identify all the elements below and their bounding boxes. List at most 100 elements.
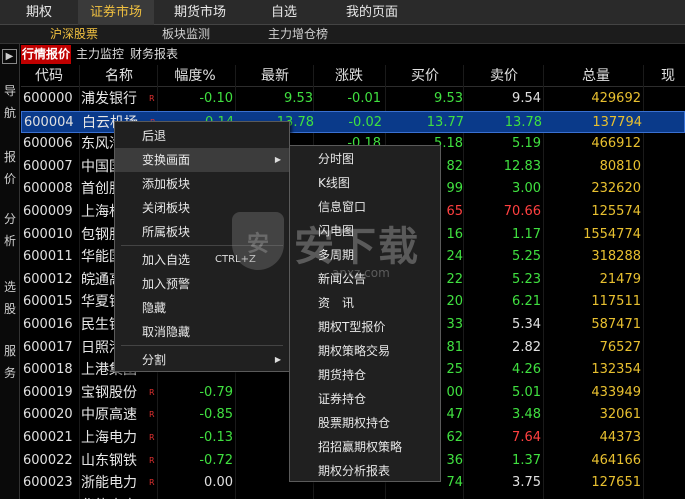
panel-tab[interactable]: 财务报表 — [129, 45, 179, 64]
stock-code: 600008 — [23, 181, 73, 197]
ask-price: 1.37 — [512, 452, 541, 468]
stock-code: 600020 — [23, 407, 73, 423]
stock-code: 600007 — [23, 158, 73, 174]
top-menu-item[interactable]: 期权 — [0, 0, 78, 25]
panel-tabs: 行情报价 主力监控 财务报表 — [21, 44, 685, 65]
stock-code: 600004 — [24, 114, 74, 130]
submenu-item[interactable]: 期权分析报表 — [290, 459, 440, 483]
submenu-item[interactable]: 期货持仓 — [290, 363, 440, 387]
context-menu: 后退 变换画面 ▶ 添加板块关闭板块 所属板块加入自选 CTRL+Z 加入预警 隐藏 取消隐藏分… — [114, 121, 290, 372]
stock-name: 华能水电 — [81, 495, 157, 499]
column-header[interactable]: 涨跌 — [315, 65, 383, 87]
left-nav-tab[interactable]: 选股 — [0, 276, 20, 320]
table-row[interactable]: 600000 浦发银行 R -0.10 9.53 -0.01 9.53 9.54 429692 — [21, 88, 685, 111]
change-percent: -0.79 — [199, 384, 233, 400]
panel-tab[interactable]: 行情报价 — [21, 45, 72, 64]
submenu-label: 多周期 — [318, 248, 355, 262]
total-volume: 318288 — [591, 249, 641, 265]
context-menu-label: 添加板块 — [142, 177, 191, 191]
ask-price: 5.01 — [512, 384, 541, 400]
panel-tab[interactable]: 主力监控 — [75, 45, 125, 64]
total-volume: 132354 — [591, 362, 641, 378]
submenu-item[interactable]: 证券持仓 — [290, 387, 440, 411]
submenu-item[interactable]: 闪电图 — [290, 219, 440, 243]
left-nav-tab-char: 服 — [3, 344, 16, 358]
expand-icon[interactable]: ▶ — [2, 49, 17, 64]
submenu-item[interactable]: 信息窗口 — [290, 195, 440, 219]
submenu-item[interactable]: 期权策略交易 — [290, 339, 440, 363]
ask-price: 3.48 — [512, 407, 541, 423]
change-percent: -0.13 — [199, 430, 233, 445]
context-menu-item[interactable]: 后退 — [115, 124, 289, 148]
total-volume: 125574 — [591, 204, 641, 219]
left-nav-tab[interactable]: 导航 — [0, 80, 20, 124]
context-menu-item[interactable]: 所属板块 — [115, 220, 289, 244]
price-change: -0.01 — [347, 91, 381, 106]
ask-price: 9.54 — [512, 91, 541, 106]
stock-name: 上海电力 — [81, 430, 137, 446]
menu-separator — [121, 245, 283, 246]
sub-menu-item[interactable]: 板块监测 — [162, 25, 210, 44]
stock-code: 600021 — [23, 430, 73, 445]
total-volume: 76527 — [599, 339, 641, 355]
left-nav-tab-char: 析 — [3, 234, 16, 248]
submenu-item[interactable]: K线图 — [290, 171, 440, 195]
sub-menu-item[interactable]: 沪深股票 — [50, 25, 98, 44]
stock-code: 600016 — [23, 317, 73, 332]
submenu-item[interactable]: 股票期权持仓 — [290, 411, 440, 435]
total-volume: 137794 — [592, 114, 642, 130]
ask-price: 70.66 — [503, 204, 541, 219]
context-menu-item[interactable]: 添加板块 — [115, 172, 289, 196]
shortcut-label: CTRL+Z — [215, 254, 256, 265]
left-nav-tab[interactable]: 报价 — [0, 146, 20, 190]
context-menu-item[interactable]: 关闭板块 — [115, 196, 289, 220]
sub-context-menu: 分时图 K线图信息窗口闪电图多周期新闻公告资 讯期权T型报价 期权策略交易期货持仓证… — [289, 145, 441, 482]
submenu-label: 期货持仓 — [318, 368, 367, 382]
submenu-item[interactable]: 期权T型报价 — [290, 315, 440, 339]
left-nav-tab[interactable]: 服务 — [0, 340, 20, 384]
last-price: 4.16 — [237, 495, 313, 499]
column-header[interactable]: 最新 — [237, 65, 313, 87]
column-header[interactable]: 买价 — [385, 65, 465, 87]
top-menu-bar: 期权 证券市场 期货市场 自选 我的页面 — [0, 0, 685, 25]
context-menu-item[interactable]: 加入预警 — [115, 272, 289, 296]
submenu-item[interactable]: 分时图 — [290, 147, 440, 171]
column-header[interactable]: 现 — [643, 65, 685, 87]
sub-menu-item[interactable]: 主力增仓榜 — [268, 25, 328, 44]
submenu-item[interactable]: 资 讯 — [290, 291, 440, 315]
table-row[interactable]: 600025华能水电R-1.194.16-0.054.154.16325132 — [21, 495, 685, 499]
top-menu-item[interactable]: 期货市场 — [154, 0, 246, 25]
submenu-label: 期权分析报表 — [318, 464, 391, 478]
left-nav-tab-char: 价 — [3, 172, 16, 186]
context-menu-item[interactable]: 隐藏 — [115, 296, 289, 320]
total-volume: 464166 — [591, 452, 641, 468]
column-header[interactable]: 代码 — [21, 65, 77, 87]
total-volume: 429692 — [591, 91, 641, 106]
submenu-item[interactable]: 招招赢期权策略 — [290, 435, 440, 459]
column-header[interactable]: 幅度% — [157, 65, 233, 87]
total-volume: 32061 — [599, 407, 641, 423]
submenu-label: 闪电图 — [318, 224, 355, 238]
total-volume: 21479 — [599, 271, 641, 287]
context-menu-item[interactable]: 变换画面 ▶ — [115, 148, 289, 172]
top-menu-item[interactable]: 证券市场 — [78, 0, 154, 25]
submenu-label: K线图 — [318, 176, 350, 190]
stock-code: 600010 — [23, 226, 73, 242]
submenu-item[interactable]: 新闻公告 — [290, 267, 440, 291]
column-header[interactable]: 名称 — [81, 65, 157, 87]
context-menu-item[interactable]: 分割 ▶ — [115, 348, 289, 372]
column-header[interactable]: 总量 — [549, 65, 643, 87]
context-menu-item[interactable]: 加入自选 CTRL+Z — [115, 248, 289, 272]
left-nav-tab-char: 报 — [3, 150, 16, 164]
ask-price: 5.23 — [512, 271, 541, 287]
top-menu-item[interactable]: 我的页面 — [322, 0, 422, 25]
submenu-label: 新闻公告 — [318, 272, 367, 286]
left-nav-tab[interactable]: 分析 — [0, 208, 20, 252]
left-nav-tab-char: 导 — [3, 84, 16, 98]
submenu-item[interactable]: 多周期 — [290, 243, 440, 267]
context-menu-label: 分割 — [142, 353, 167, 367]
top-menu-item[interactable]: 自选 — [246, 0, 322, 25]
stock-code: 600019 — [23, 384, 73, 400]
column-header[interactable]: 卖价 — [465, 65, 543, 87]
context-menu-item[interactable]: 取消隐藏 — [115, 320, 289, 344]
